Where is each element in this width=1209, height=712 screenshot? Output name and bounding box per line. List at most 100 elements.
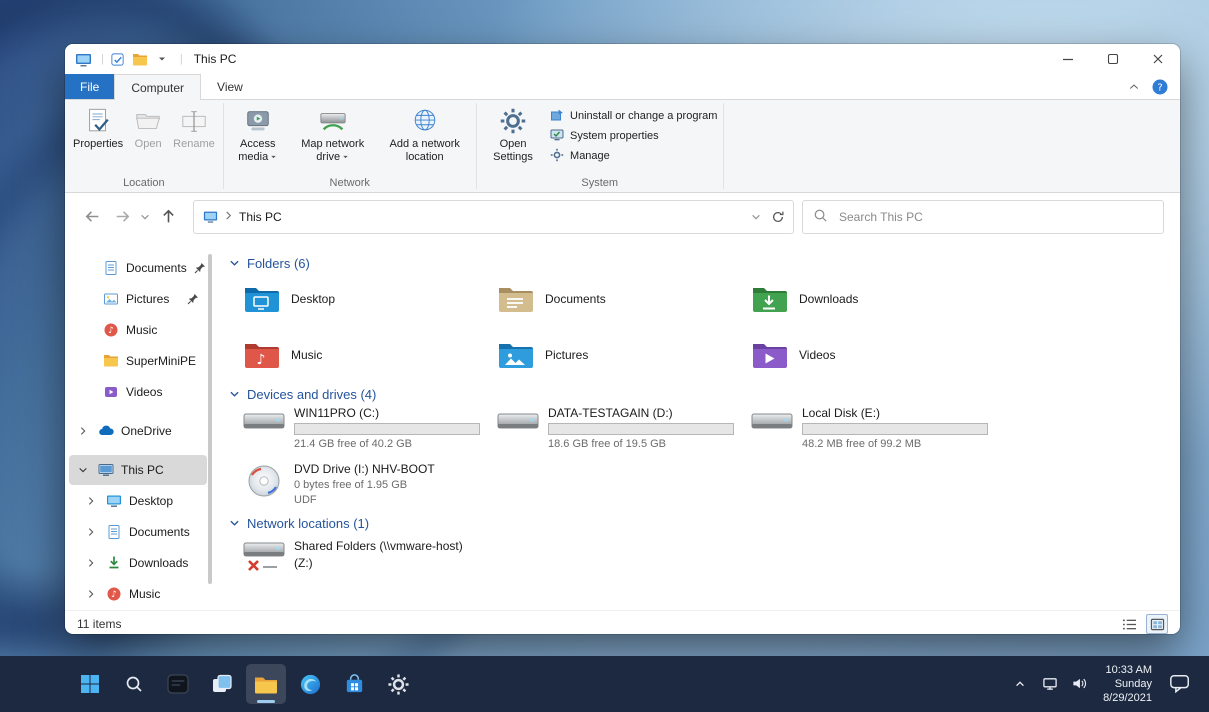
address-bar[interactable]: This PC [193, 199, 794, 234]
network-tray-button[interactable] [1039, 668, 1061, 700]
sidebar-item-music[interactable]: ♪ Music [69, 315, 207, 345]
taskbar-search-button[interactable] [114, 664, 154, 704]
drive-tile-dvd[interactable]: DVD Drive (I:) NHV-BOOT 0 bytes free of … [243, 462, 1180, 506]
start-button[interactable] [70, 664, 110, 704]
settings-button[interactable] [378, 664, 418, 704]
sidebar-item-music-2[interactable]: ♪ Music [69, 579, 207, 609]
sidebar-item-onedrive[interactable]: OneDrive [69, 416, 207, 446]
search-icon [126, 676, 142, 692]
tab-computer[interactable]: Computer [114, 74, 202, 100]
tab-view[interactable]: View [201, 74, 259, 99]
open-settings-button[interactable]: Open Settings [482, 102, 544, 166]
sidebar-item-superminipe[interactable]: SuperMiniPE [69, 346, 207, 376]
sidebar-item-desktop[interactable]: Desktop [69, 486, 207, 516]
task-view-button[interactable] [202, 664, 242, 704]
breadcrumb-chevron-icon [224, 210, 233, 224]
ribbon-group-network: Access media Map network drive Add a net… [224, 100, 476, 192]
sidebar-scrollbar[interactable] [208, 254, 212, 584]
section-header-folders[interactable]: Folders (6) [229, 256, 1180, 271]
sidebar-item-pictures[interactable]: Pictures [69, 284, 207, 314]
this-pc-icon [202, 209, 218, 225]
access-media-button[interactable]: Access media [228, 102, 288, 166]
downloads-folder-icon [751, 284, 787, 314]
recent-locations-button[interactable] [137, 202, 153, 232]
large-icons-view-button[interactable] [1146, 614, 1168, 634]
file-explorer-icon [255, 677, 277, 693]
add-network-location-icon [410, 106, 440, 136]
address-dropdown-button[interactable] [751, 212, 761, 222]
file-explorer-button[interactable] [246, 664, 286, 704]
drive-tile-c[interactable]: WIN11PRO (C:) 21.4 GB free of 40.2 GB [243, 406, 497, 450]
folder-tile-downloads[interactable]: Downloads [751, 277, 1005, 321]
drive-tile-e[interactable]: Local Disk (E:) 48.2 MB free of 99.2 MB [751, 406, 1005, 450]
chevron-right-icon [83, 493, 99, 509]
back-button[interactable] [77, 202, 107, 232]
minimize-button[interactable] [1045, 44, 1090, 74]
section-header-network[interactable]: Network locations (1) [229, 516, 1180, 531]
up-button[interactable] [153, 202, 183, 232]
help-icon: ? [1152, 79, 1168, 94]
sidebar-item-this-pc[interactable]: This PC [69, 455, 207, 485]
gear-icon [387, 673, 409, 695]
folder-tile-documents[interactable]: Documents [497, 277, 751, 321]
store-button[interactable] [334, 664, 374, 704]
hard-drive-icon [497, 406, 539, 440]
folder-tile-desktop[interactable]: Desktop [243, 277, 497, 321]
sidebar-item-videos[interactable]: Videos [69, 377, 207, 407]
onedrive-icon [98, 423, 114, 439]
sidebar-item-documents[interactable]: Documents [69, 253, 207, 283]
forward-button[interactable] [107, 202, 137, 232]
speaker-icon [1073, 679, 1087, 689]
documents-folder-icon [497, 284, 533, 314]
uninstall-program-button[interactable]: Uninstall or change a program [550, 108, 717, 123]
close-button[interactable] [1135, 44, 1180, 74]
this-pc-icon [98, 462, 114, 478]
map-network-drive-button[interactable]: Map network drive [290, 102, 376, 166]
section-header-drives[interactable]: Devices and drives (4) [229, 387, 1180, 402]
details-view-button[interactable] [1118, 614, 1140, 634]
system-properties-button[interactable]: System properties [550, 128, 659, 143]
network-location-tile[interactable]: Shared Folders (\\vmware-host) (Z:) [243, 539, 1180, 573]
quick-access-properties-button[interactable] [109, 50, 127, 68]
pinned-app-button[interactable] [158, 664, 198, 704]
sidebar-item-documents-2[interactable]: Documents [69, 517, 207, 547]
quick-access-dropdown-button[interactable] [153, 50, 171, 68]
chevron-down-icon [158, 57, 165, 61]
notifications-button[interactable] [1165, 664, 1195, 704]
ribbon: Properties Open Rename Location Access m… [65, 100, 1180, 193]
help-button[interactable]: ? [1152, 79, 1168, 95]
properties-button[interactable]: Properties [69, 102, 127, 153]
manage-icon [550, 148, 565, 163]
tab-file[interactable]: File [65, 74, 115, 99]
manage-button[interactable]: Manage [550, 148, 610, 163]
navigation-pane: Documents Pictures ♪ Music SuperMiniPE V… [65, 240, 213, 610]
edge-button[interactable] [290, 664, 330, 704]
system-properties-icon [550, 128, 565, 143]
add-network-location-button[interactable]: Add a network location [378, 102, 472, 166]
ribbon-group-system: Open Settings Uninstall or change a prog… [477, 100, 723, 192]
maximize-button[interactable] [1090, 44, 1135, 74]
clock[interactable]: 10:33 AM Sunday 8/29/2021 [1103, 663, 1152, 706]
search-input[interactable] [837, 208, 1153, 225]
folders-grid: Desktop Documents Downloads ♪ Music Pict… [243, 277, 1180, 377]
breadcrumb-this-pc[interactable]: This PC [239, 210, 282, 224]
forward-arrow-icon [116, 211, 129, 222]
store-icon [346, 673, 362, 692]
open-button[interactable]: Open [129, 102, 167, 153]
drive-tile-d[interactable]: DATA-TESTAGAIN (D:) 18.6 GB free of 19.5… [497, 406, 751, 450]
folder-tile-videos[interactable]: Videos [751, 333, 1005, 377]
sidebar-item-downloads[interactable]: Downloads [69, 548, 207, 578]
refresh-button[interactable] [771, 210, 785, 224]
folder-tile-music[interactable]: ♪ Music [243, 333, 497, 377]
tray-overflow-button[interactable] [1008, 668, 1032, 700]
rename-button[interactable]: Rename [169, 102, 219, 153]
volume-tray-button[interactable] [1068, 668, 1090, 700]
minimize-ribbon-button[interactable] [1128, 81, 1140, 93]
folder-tile-pictures[interactable]: Pictures [497, 333, 751, 377]
search-box[interactable] [802, 199, 1164, 234]
windows-logo-icon [81, 675, 99, 693]
chevron-right-icon [83, 586, 99, 602]
quick-access-new-folder-button[interactable] [131, 50, 149, 68]
desktop-folder-icon [243, 284, 279, 314]
chevron-down-icon [141, 214, 149, 219]
